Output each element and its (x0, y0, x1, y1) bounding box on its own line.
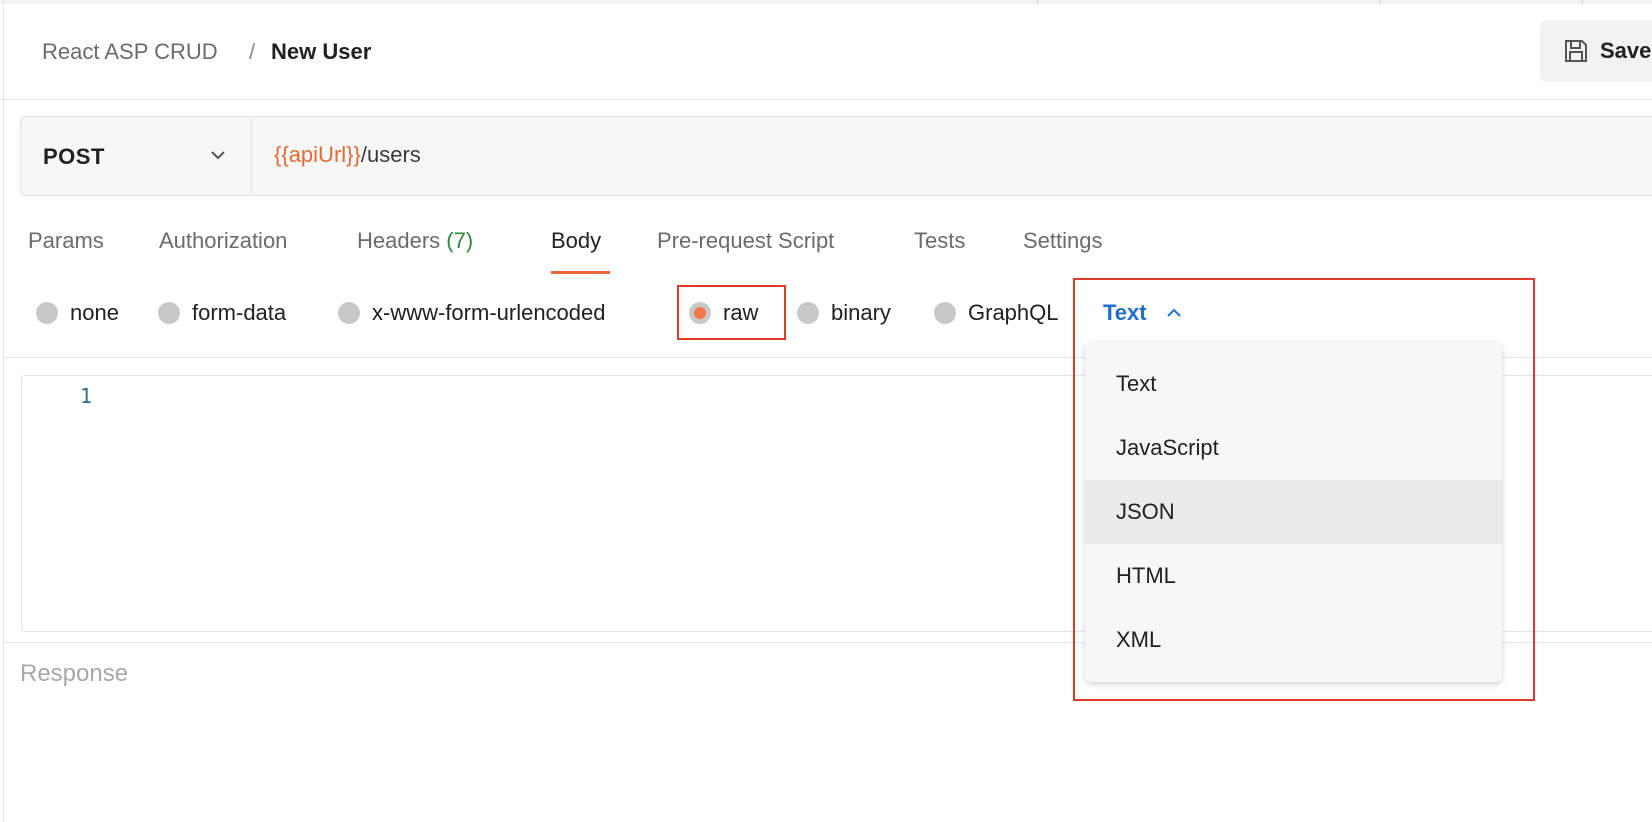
url-bar: POST {{apiUrl}}/users (20, 116, 1652, 196)
tab-tests[interactable]: Tests (914, 228, 965, 254)
radio-label: binary (831, 300, 891, 325)
tab-authorization[interactable]: Authorization (159, 228, 287, 254)
radio-dot (158, 302, 180, 324)
radio-dot (36, 302, 58, 324)
tab-pre-request-script[interactable]: Pre-request Script (657, 228, 834, 254)
radio-none[interactable]: none (36, 300, 119, 326)
radio-binary[interactable]: binary (797, 300, 891, 326)
save-icon (1565, 40, 1587, 62)
radio-label: form-data (192, 300, 287, 325)
breadcrumb-separator: / (249, 39, 256, 64)
active-tab-indicator (551, 271, 610, 274)
save-button-label: Save (1600, 38, 1652, 63)
raw-highlight-box (677, 285, 786, 340)
radio-label: x-www-form-urlencoded (372, 300, 606, 325)
radio-label: GraphQL (968, 300, 1059, 325)
tab-headers[interactable]: Headers (7) (357, 228, 473, 254)
tab-body[interactable]: Body (551, 228, 601, 254)
url-path: /users (360, 142, 421, 167)
response-label: Response (20, 660, 129, 687)
dropdown-option-json[interactable]: JSON (1085, 480, 1502, 544)
dropdown-option-xml[interactable]: XML (1085, 608, 1502, 672)
radio-x-www-form-urlencoded[interactable]: x-www-form-urlencoded (338, 300, 606, 326)
save-button[interactable]: Save (1540, 20, 1652, 82)
radio-form-data[interactable]: form-data (158, 300, 286, 326)
tab-headers-label: Headers (357, 228, 441, 253)
url-input[interactable]: {{apiUrl}}/users (274, 142, 421, 168)
tab-params[interactable]: Params (28, 228, 104, 254)
breadcrumb-collection[interactable]: React ASP CRUD (42, 39, 218, 65)
radio-dot (338, 302, 360, 324)
tab-headers-count: (7) (446, 228, 474, 253)
method-value: POST (43, 144, 105, 169)
line-number: 1 (80, 384, 93, 408)
radio-dot (934, 302, 956, 324)
radio-label: none (70, 300, 119, 325)
request-header: React ASP CRUD / New User Save (0, 4, 1652, 100)
dropdown-option-text[interactable]: Text (1085, 352, 1502, 416)
left-border (3, 0, 4, 822)
breadcrumb-request-name[interactable]: New User (271, 39, 371, 65)
url-variable: {{apiUrl}} (274, 142, 361, 167)
radio-dot (797, 302, 819, 324)
language-dropdown-menu: Text JavaScript JSON HTML XML (1085, 342, 1502, 682)
dropdown-option-html[interactable]: HTML (1085, 544, 1502, 608)
dropdown-option-javascript[interactable]: JavaScript (1085, 416, 1502, 480)
radio-graphql[interactable]: GraphQL (934, 300, 1059, 326)
chevron-down-icon (211, 151, 225, 160)
tab-settings[interactable]: Settings (1023, 228, 1103, 254)
method-select[interactable]: POST (21, 117, 252, 195)
